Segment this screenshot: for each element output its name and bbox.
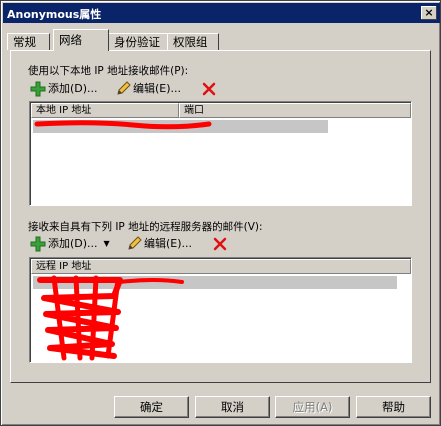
remote-ip-label: 接收来自具有下列 IP 地址的远程服务器的邮件(V):: [28, 221, 263, 233]
window-title: Anonymous属性: [7, 8, 102, 21]
cancel-button[interactable]: 取消: [195, 396, 270, 418]
tab-general[interactable]: 常规: [7, 33, 50, 50]
green-plus-icon: [30, 236, 46, 252]
remote-add-label: 添加(D)...: [48, 237, 98, 250]
local-edit-button[interactable]: 编辑(E)...: [115, 81, 181, 97]
pencil-icon: [115, 81, 131, 97]
red-x-icon: [212, 236, 228, 252]
remote-ip-list[interactable]: 远程 IP 地址: [29, 257, 412, 363]
remote-delete-button[interactable]: [212, 236, 228, 252]
local-add-label: 添加(D)...: [48, 82, 98, 95]
dropdown-arrow-icon[interactable]: ▼: [104, 236, 110, 252]
apply-button[interactable]: 应用(A): [275, 396, 350, 418]
properties-dialog: Anonymous属性 × 常规 网络 身份验证 权限组 使用以下本地 IP 地…: [0, 0, 441, 426]
title-bar: Anonymous属性 ×: [3, 3, 440, 23]
tab-authentication[interactable]: 身份验证: [108, 33, 168, 50]
tab-panel: 使用以下本地 IP 地址接收邮件(P): 添加(D)... 编辑(E)... 本…: [10, 50, 431, 383]
redaction-mark: [34, 120, 212, 130]
local-edit-label: 编辑(E)...: [133, 82, 182, 95]
remote-edit-label: 编辑(E)...: [144, 237, 193, 250]
pencil-icon: [126, 236, 142, 252]
remote-add-button[interactable]: 添加(D)... ▼: [30, 236, 110, 252]
tab-network[interactable]: 网络: [53, 29, 109, 51]
local-add-button[interactable]: 添加(D)...: [30, 81, 98, 97]
red-x-icon: [201, 81, 217, 97]
redaction-mark: [37, 275, 184, 361]
close-button[interactable]: ×: [421, 6, 437, 20]
ok-button[interactable]: 确定: [114, 396, 189, 418]
green-plus-icon: [30, 81, 46, 97]
column-header-port[interactable]: 端口: [179, 103, 411, 118]
local-ip-list[interactable]: 本地 IP 地址 端口: [29, 101, 412, 206]
local-ip-label: 使用以下本地 IP 地址接收邮件(P):: [28, 65, 189, 77]
remote-edit-button[interactable]: 编辑(E)...: [126, 236, 192, 252]
help-button[interactable]: 帮助: [356, 396, 431, 418]
local-delete-button[interactable]: [201, 81, 217, 97]
tab-permission-groups[interactable]: 权限组: [167, 33, 219, 50]
